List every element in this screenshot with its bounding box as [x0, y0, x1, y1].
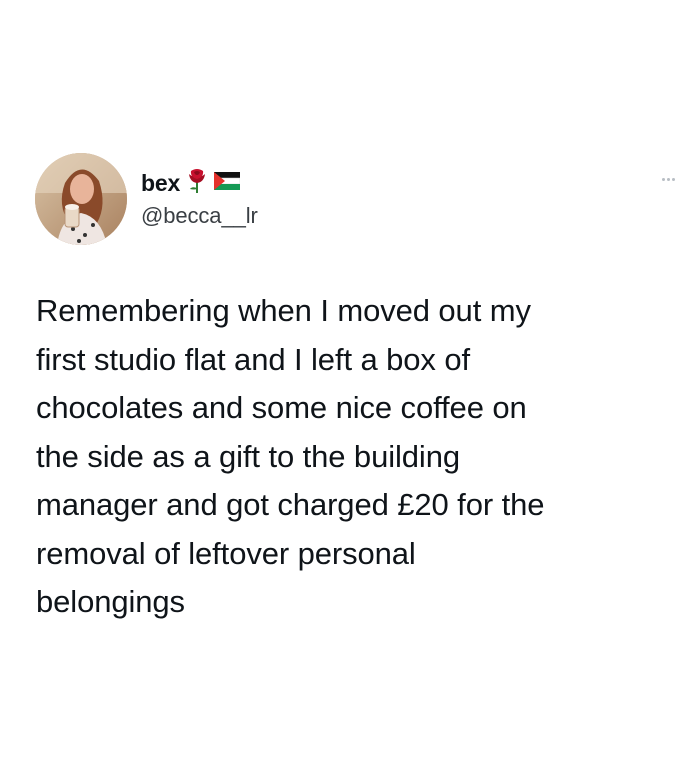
tweet-text: Remembering when I moved out my first st… — [36, 293, 545, 619]
tweet-card: bex @becca__lr Remembering when I moved — [0, 0, 700, 781]
display-name[interactable]: bex — [141, 170, 180, 197]
more-dot-icon — [666, 177, 670, 181]
avatar[interactable] — [35, 153, 127, 245]
more-dot-icon — [671, 177, 675, 181]
palestine-flag-icon — [213, 171, 241, 196]
avatar-photo — [35, 153, 127, 245]
more-options-button[interactable] — [657, 172, 679, 186]
rose-icon — [186, 168, 208, 199]
more-dot-icon — [661, 177, 665, 181]
display-name-row: bex — [141, 168, 241, 199]
user-handle[interactable]: @becca__lr — [141, 203, 258, 229]
